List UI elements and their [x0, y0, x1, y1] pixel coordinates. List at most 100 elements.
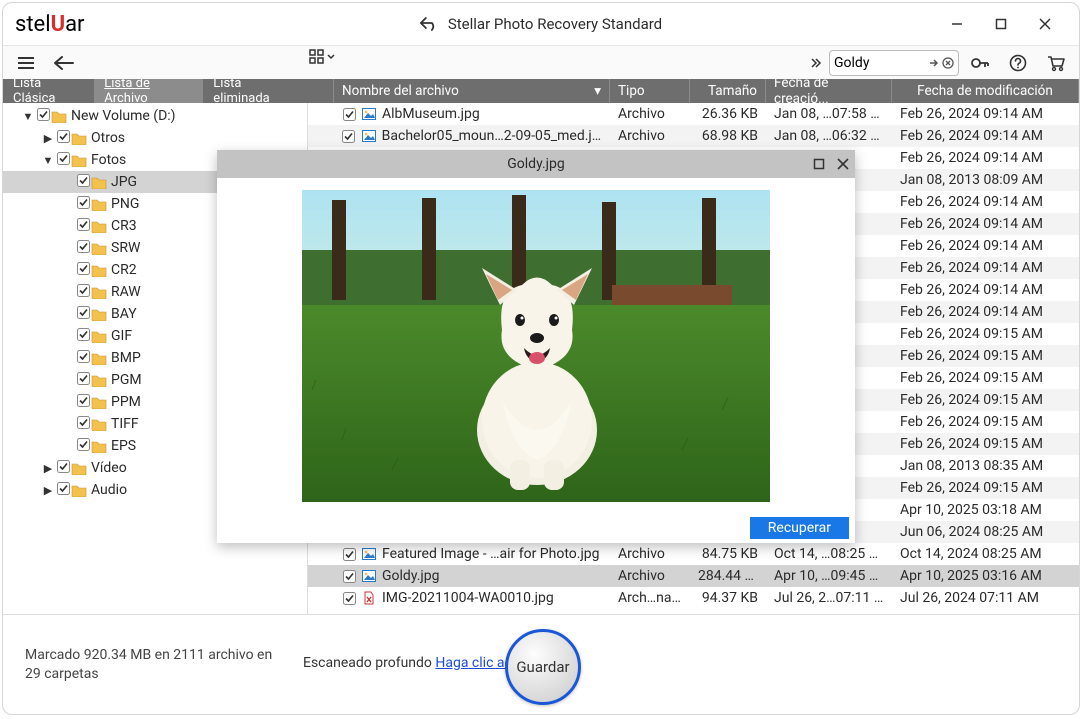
checkbox-icon[interactable]	[76, 239, 90, 253]
tree-item[interactable]: ▶Otros	[3, 127, 307, 149]
header-checkbox[interactable]	[308, 79, 334, 103]
image-file-icon	[362, 548, 376, 560]
col-created[interactable]: Fecha de creació...	[766, 79, 892, 103]
search-box[interactable]	[829, 50, 959, 76]
tree-label: RAW	[109, 284, 141, 300]
back-icon[interactable]	[420, 17, 438, 31]
file-type: Archivo	[610, 106, 690, 122]
col-type[interactable]: Tipo	[610, 79, 690, 103]
view-mode-button[interactable]	[309, 49, 335, 65]
folder-icon	[91, 352, 109, 365]
file-modified: Jan 08, 2013 08:09 AM	[892, 172, 1079, 188]
file-modified: Feb 26, 2024 09:15 AM	[892, 348, 1079, 364]
key-button[interactable]	[963, 49, 997, 77]
checkbox-icon[interactable]	[342, 547, 356, 561]
checkbox-icon[interactable]	[56, 481, 70, 495]
tree-label: PGM	[109, 372, 142, 388]
checkbox-icon[interactable]	[76, 173, 90, 187]
tab-classic-list[interactable]: Lista Clásica	[3, 79, 94, 103]
expand-icon[interactable]: ▼	[21, 110, 35, 123]
close-button[interactable]	[1023, 10, 1067, 38]
file-modified: Jun 06, 2024 08:25 AM	[892, 524, 1079, 540]
cart-button[interactable]	[1039, 49, 1073, 77]
file-name: AlbMuseum.jpg	[382, 106, 480, 122]
col-name[interactable]: Nombre del archivo▾	[334, 79, 610, 103]
folder-icon	[91, 308, 109, 321]
checkbox-icon[interactable]	[76, 393, 90, 407]
checkbox-icon[interactable]	[76, 371, 90, 385]
search-clear-icon[interactable]	[942, 57, 954, 69]
help-button[interactable]	[1001, 49, 1035, 77]
expand-icon[interactable]: ▼	[41, 154, 55, 167]
window-title: Stellar Photo Recovery Standard	[420, 15, 662, 33]
checkbox-icon[interactable]	[76, 349, 90, 363]
table-row[interactable]: Bachelor05_moun…2-09-05_med.jpgArchivo68…	[308, 125, 1079, 147]
checkbox-icon[interactable]	[76, 261, 90, 275]
expand-icon[interactable]: ▶	[41, 462, 55, 475]
preview-titlebar[interactable]: Goldy.jpg	[217, 150, 855, 178]
expand-icon[interactable]: ▶	[41, 484, 55, 497]
deleted-file-icon	[362, 592, 376, 604]
preview-close-button[interactable]	[837, 158, 849, 170]
tab-deleted-list[interactable]: Lista eliminada	[203, 79, 308, 103]
preview-maximize-button[interactable]	[813, 158, 825, 170]
file-name: Featured Image - …air for Photo.jpg	[382, 546, 600, 562]
save-button[interactable]: Guardar	[505, 629, 581, 705]
file-modified: Jul 26, 2024 07:11 AM	[892, 590, 1079, 606]
file-modified: Feb 26, 2024 09:15 AM	[892, 480, 1079, 496]
tree-label: GIF	[109, 328, 132, 344]
checkbox-icon[interactable]	[76, 305, 90, 319]
checkbox-icon[interactable]	[56, 129, 70, 143]
file-modified: Oct 14, 2024 08:25 AM	[892, 546, 1079, 562]
tab-file-list[interactable]: Lista de Archivo	[94, 79, 203, 103]
file-type: Archivo	[610, 128, 690, 144]
more-button[interactable]	[805, 49, 825, 77]
table-header: Nombre del archivo▾ Tipo Tamaño Fecha de…	[308, 79, 1079, 103]
folder-icon	[91, 396, 109, 409]
file-modified: Feb 26, 2024 09:15 AM	[892, 326, 1079, 342]
tree-label: Vídeo	[89, 460, 127, 476]
folder-icon	[71, 154, 89, 167]
search-input[interactable]	[834, 55, 928, 71]
checkbox-icon[interactable]	[76, 283, 90, 297]
folder-icon	[91, 330, 109, 343]
checkbox-icon[interactable]	[342, 107, 356, 121]
table-row[interactable]: Featured Image - …air for Photo.jpgArchi…	[308, 543, 1079, 565]
expand-icon[interactable]: ▶	[41, 132, 55, 145]
file-created: Jul 26, 2…07:11 AM	[766, 590, 892, 606]
maximize-button[interactable]	[979, 10, 1023, 38]
checkbox-icon[interactable]	[76, 437, 90, 451]
checkbox-icon[interactable]	[76, 327, 90, 341]
preview-title: Goldy.jpg	[507, 156, 564, 172]
minimize-button[interactable]	[935, 10, 979, 38]
table-row[interactable]: IMG-20211004-WA0010.jpgArch…nado94.37 KB…	[308, 587, 1079, 609]
tree-label: SRW	[109, 240, 140, 256]
checkbox-icon[interactable]	[56, 459, 70, 473]
file-modified: Feb 26, 2024 09:15 AM	[892, 370, 1079, 386]
file-modified: Feb 26, 2024 09:14 AM	[892, 260, 1079, 276]
checkbox-icon[interactable]	[342, 591, 356, 605]
table-row[interactable]: Goldy.jpgArchivo284.44 KBApr 10, …09:45 …	[308, 565, 1079, 587]
tree-item[interactable]: ▼New Volume (D:)	[3, 105, 307, 127]
preview-window[interactable]: Goldy.jpg	[217, 150, 855, 543]
logo-u: U	[51, 12, 66, 37]
recover-button[interactable]: Recuperar	[750, 517, 849, 539]
checkbox-icon[interactable]	[36, 107, 50, 121]
menu-button[interactable]	[9, 49, 43, 77]
checkbox-icon[interactable]	[76, 217, 90, 231]
file-size: 26.36 KB	[690, 106, 766, 122]
tree-label: Audio	[89, 482, 127, 498]
file-name: Bachelor05_moun…2-09-05_med.jpg	[382, 128, 602, 144]
col-modified[interactable]: Fecha de modificación	[892, 79, 1079, 103]
checkbox-icon[interactable]	[56, 151, 70, 165]
folder-icon	[91, 374, 109, 387]
col-size[interactable]: Tamaño	[690, 79, 766, 103]
table-row[interactable]: AlbMuseum.jpgArchivo26.36 KBJan 08, …07:…	[308, 103, 1079, 125]
checkbox-icon[interactable]	[342, 569, 356, 583]
checkbox-icon[interactable]	[342, 129, 356, 143]
checkbox-icon[interactable]	[76, 195, 90, 209]
checkbox-icon[interactable]	[76, 415, 90, 429]
preview-body	[217, 178, 855, 513]
back-button[interactable]	[47, 49, 81, 77]
search-go-icon[interactable]	[928, 57, 940, 69]
